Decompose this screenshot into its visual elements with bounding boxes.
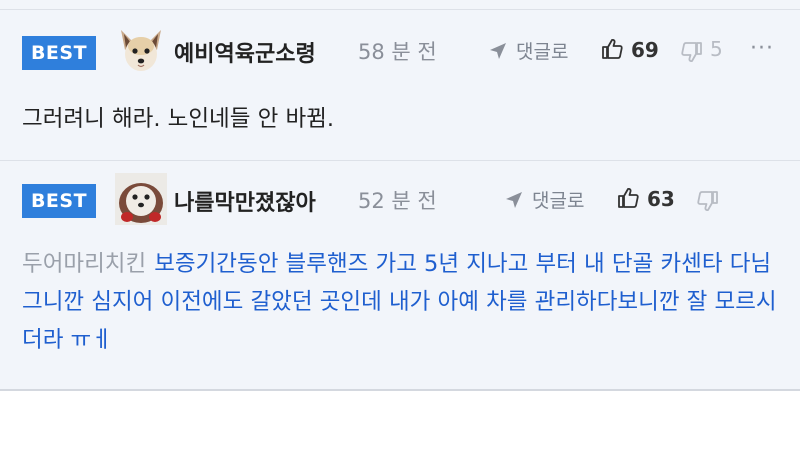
best-comment: BEST 예비역육군소령 58 분 전 댓글로 69 5 ··· 그러려니 해라… [0,10,800,160]
thumbs-down-icon [681,42,702,63]
comment-text: 두어마리치킨 보증기간동안 블루핸즈 가고 5년 지나고 부터 내 단골 카센타 … [22,245,782,359]
dislike-count: 5 [710,37,723,61]
thumbs-down-icon [697,191,718,212]
best-badge: BEST [22,36,96,70]
nickname[interactable]: 나를막만졌잖아 [174,185,316,217]
dislike-button[interactable]: 5 [680,37,723,64]
pet-avatar-icon[interactable] [115,173,167,225]
timestamp: 52 분 전 [358,189,437,213]
best-badge: BEST [22,184,96,218]
dislike-button[interactable] [696,186,726,213]
timestamp: 58 분 전 [358,40,437,64]
bottom-divider [0,389,800,391]
thumbs-up-icon [618,187,639,208]
like-count: 69 [631,38,659,62]
dog-avatar-icon[interactable] [115,24,167,76]
like-count: 63 [647,187,675,211]
reply-button[interactable]: 댓글로 [488,37,568,64]
like-button[interactable]: 69 [600,37,659,62]
reply-arrow-icon [506,192,522,208]
comment-header: BEST 예비역육군소령 58 분 전 댓글로 69 5 ··· [0,10,800,90]
more-options-icon[interactable]: ··· [750,36,774,61]
comment-header: BEST 나를막만졌잖아 52 분 전 댓글로 63 [0,161,800,241]
mention-username[interactable]: 두어마리치킨 [22,251,146,277]
comment-text: 그러려니 해라. 노인네들 안 바뀜. [22,106,335,132]
like-button[interactable]: 63 [616,186,675,211]
nickname[interactable]: 예비역육군소령 [174,36,316,68]
reply-arrow-icon [490,43,506,59]
best-comment: BEST 나를막만졌잖아 52 분 전 댓글로 63 두어마리치킨 보증기간동안… [0,161,800,389]
reply-label: 댓글로 [532,190,585,212]
reply-button[interactable]: 댓글로 [504,186,584,213]
thumbs-up-icon [602,38,623,59]
reply-label: 댓글로 [516,41,569,63]
